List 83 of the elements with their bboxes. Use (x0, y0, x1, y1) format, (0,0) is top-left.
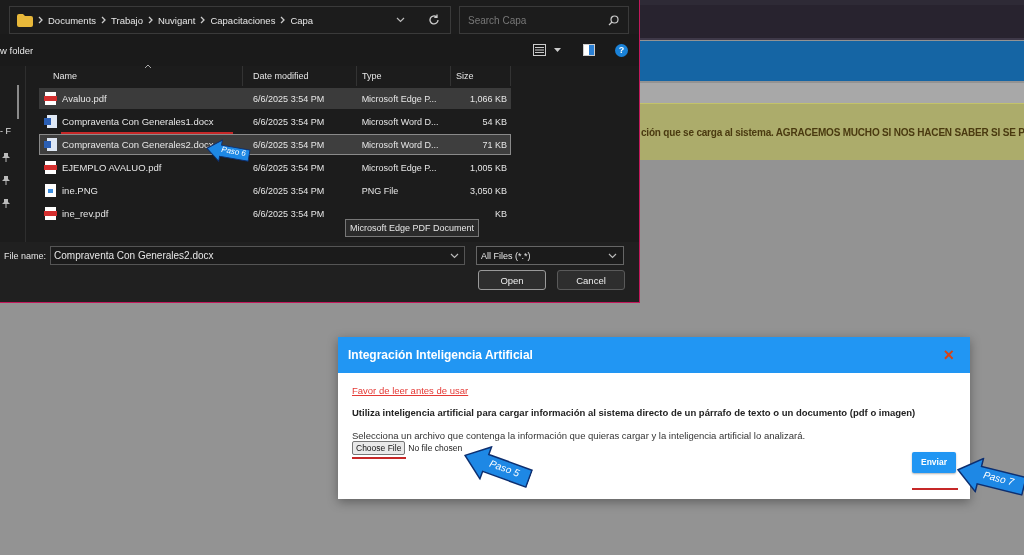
refresh-icon[interactable] (428, 14, 440, 26)
help-button[interactable]: ? (615, 43, 628, 57)
size-cell-text: 54 KB (481, 116, 508, 127)
file-name: ine_rev.pdf (62, 208, 109, 219)
word-file-icon (44, 115, 57, 128)
chevron-icon (101, 16, 107, 24)
file-status: No file chosen (408, 443, 463, 453)
image-file-icon (44, 184, 57, 197)
folder-icon (17, 13, 33, 27)
scrollbar[interactable] (17, 85, 19, 119)
breadcrumb-item[interactable]: Trabajo (111, 14, 143, 26)
size-cell-text: 1,066 KB (468, 93, 508, 104)
file-name: ine.PNG (62, 185, 98, 196)
date-cell-text: 6/6/2025 3:54 PM (252, 139, 326, 150)
size-cell-text: 1,005 KB (468, 162, 508, 173)
column-header[interactable]: Type (357, 66, 451, 86)
column-header[interactable]: Date modified (243, 66, 357, 86)
file-name: EJEMPLO AVALUO.pdf (62, 162, 162, 173)
address-bar[interactable]: Documents Trabajo Nuvigant Capacitaciones Capa (9, 6, 451, 34)
date-cell-text: 6/6/2025 3:54 PM (252, 116, 326, 127)
chevron-icon (147, 16, 153, 24)
choose-file-button[interactable]: Choose File (352, 441, 406, 455)
size-cell-text: KB (493, 208, 508, 219)
size-cell-text: 3,050 KB (468, 185, 508, 196)
column-header[interactable]: Size (451, 66, 511, 86)
breadcrumb-item[interactable]: Nuvigant (157, 14, 196, 26)
search-icon (608, 15, 619, 26)
file-name: Compraventa Con Generales2.docx (62, 139, 214, 150)
preview-pane-icon[interactable] (583, 44, 595, 56)
chevron-icon (280, 16, 286, 24)
chevron-icon (38, 16, 43, 24)
type-cell: Microsoft Edge P... (361, 93, 437, 104)
read-first-link[interactable]: Favor de leer antes de usar (352, 385, 469, 396)
pin-icon (2, 176, 10, 185)
file-row[interactable]: Compraventa Con Generales1.docx 6/6/2025 3:54 PM Microsoft Word D... 54 KB (39, 111, 511, 132)
chevron-down-icon (608, 252, 618, 259)
step-label: Paso 5 (488, 457, 522, 479)
pdf-file-icon (44, 92, 57, 105)
caret-icon[interactable] (554, 48, 561, 52)
chevron-down-icon (450, 253, 460, 259)
nav-item[interactable]: - F (0, 126, 11, 136)
tooltip: Microsoft Edge PDF Document (345, 219, 480, 237)
notice-text: ción que se carga al sistema. AGRACEMOS MUCHO SI NOS HACEN SABER SI SE P (641, 126, 1024, 138)
pdf-file-icon (44, 161, 57, 174)
word-file-icon (44, 138, 57, 151)
file-row[interactable]: Avaluo.pdf 6/6/2025 3:54 PM Microsoft Edge P... 1,066 KB (39, 88, 511, 109)
chevron-down-icon[interactable] (396, 17, 405, 23)
pdf-file-icon (44, 207, 57, 220)
file-row[interactable]: ine.PNG 6/6/2025 3:54 PM PNG File 3,050 KB (39, 180, 511, 201)
date-cell-text: 6/6/2025 3:54 PM (252, 162, 326, 173)
chevron-icon (200, 16, 206, 24)
file-name: Compraventa Con Generales1.docx (62, 116, 214, 127)
description-text: Utiliza inteligencia artificial para cargar información al sistema directo de un párrafo de texto o un documento (pdf o imagen) (352, 407, 916, 418)
modal-title: Integración Inteligencia Artificial (348, 348, 533, 362)
date-cell-text: 6/6/2025 3:54 PM (252, 93, 326, 104)
breadcrumb-item[interactable]: Documents (48, 14, 97, 26)
list-view-icon[interactable] (533, 44, 546, 56)
new-folder-button[interactable]: w folder (0, 44, 34, 56)
underline-mark (912, 488, 958, 490)
open-button[interactable]: Open (478, 270, 546, 290)
type-cell: Microsoft Edge P... (361, 162, 437, 173)
step-label: Paso 7 (982, 469, 1016, 488)
breadcrumb-item[interactable]: Capa (290, 14, 314, 26)
file-name: Avaluo.pdf (62, 93, 107, 104)
file-type-dropdown[interactable]: All Files (*.*) (476, 246, 625, 265)
size-cell-text: 71 KB (481, 139, 508, 150)
type-cell: PNG File (361, 185, 399, 196)
file-name-label: File name: (4, 250, 47, 261)
pin-icon (2, 199, 10, 208)
file-name-field[interactable]: Compraventa Con Generales2.docx (50, 246, 466, 265)
column-header[interactable]: Name (39, 66, 243, 86)
breadcrumb-item[interactable]: Capacitaciones (210, 14, 276, 26)
cancel-button[interactable]: Cancel (557, 270, 625, 290)
sort-caret-icon (144, 64, 152, 69)
date-cell-text: 6/6/2025 3:54 PM (252, 185, 326, 196)
pin-icon (2, 153, 10, 162)
date-cell-text: 6/6/2025 3:54 PM (252, 208, 326, 219)
type-cell: Microsoft Word D... (361, 116, 439, 127)
type-cell: Microsoft Word D... (361, 139, 439, 150)
instruction-text: Selecciona un archivo que contenga la información que quieras cargar y la inteligencia artificial lo analizará. (352, 430, 806, 441)
file-row[interactable]: EJEMPLO AVALUO.pdf 6/6/2025 3:54 PM Microsoft Edge P... 1,005 KB (39, 157, 511, 178)
underline-mark (352, 457, 406, 459)
search-field[interactable]: Search Capa (459, 6, 629, 34)
